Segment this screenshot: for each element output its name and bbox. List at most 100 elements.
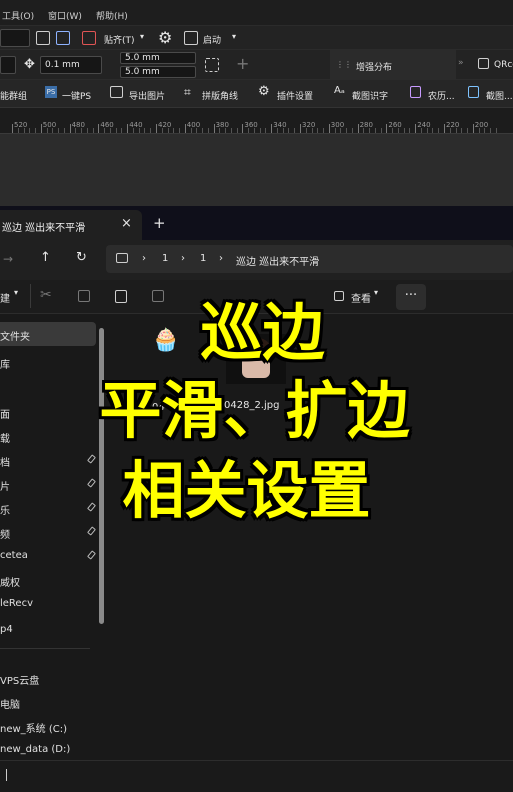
ruler-label: 500 <box>42 121 57 129</box>
sidebar-item[interactable]: cetea <box>0 544 96 568</box>
plugin-export-image[interactable]: 导出图片 <box>129 89 165 102</box>
ruler-minor-tick <box>121 128 123 133</box>
drawing-canvas[interactable] <box>0 134 513 206</box>
ruler-minor-tick <box>230 128 232 133</box>
ruler-minor-tick <box>150 128 152 133</box>
address-bar[interactable]: › 1 › 1 › 巡边 巡出来不平滑 <box>106 245 513 273</box>
fit-page-icon[interactable] <box>36 31 50 45</box>
sidebar-item[interactable]: leRecv <box>0 592 96 616</box>
explorer-tabbar: 巡边 巡出来不平滑 × + <box>0 206 513 240</box>
view-button[interactable]: 查看 <box>351 290 371 305</box>
new-tab-icon[interactable]: + <box>153 214 166 232</box>
close-icon[interactable]: × <box>121 216 132 231</box>
sidebar-item[interactable]: p4 <box>0 618 96 642</box>
copy-icon[interactable] <box>78 290 90 302</box>
horizontal-ruler[interactable]: 520 500 480 460 440 420 400 380 360 340 320 300 280 2… <box>0 108 513 134</box>
paste-icon[interactable] <box>115 290 127 303</box>
ruler-tick <box>213 124 215 133</box>
more-options-button[interactable]: ··· <box>396 284 426 310</box>
ruler-tick <box>357 124 359 133</box>
file-name[interactable]: 0428_2.jpg <box>224 400 279 411</box>
sidebar-item[interactable]: VPS云盘 <box>0 666 96 690</box>
zoom-select[interactable] <box>0 29 30 47</box>
sidebar-item[interactable]: 威权 <box>0 568 96 592</box>
ruler-tick <box>12 124 13 133</box>
launch-icon[interactable] <box>184 31 198 45</box>
sidebar-item[interactable]: 文件夹 <box>0 322 96 346</box>
view-dropdown-icon[interactable]: ▾ <box>374 288 378 297</box>
sidebar-item[interactable]: 载 <box>0 424 96 448</box>
dup-x-field[interactable]: 5.0 mm <box>120 52 196 64</box>
snap-icon[interactable] <box>82 31 96 45</box>
new-dropdown-icon[interactable]: ▾ <box>14 288 18 297</box>
plugin-screenshot[interactable]: 截图... <box>486 89 513 102</box>
ruler-label: 300 <box>330 121 345 129</box>
sidebar-item[interactable]: 频 <box>0 520 96 544</box>
explorer-tab[interactable]: 巡边 巡出来不平滑 × <box>0 210 142 240</box>
ruler-minor-tick <box>29 128 31 133</box>
sidebar-scrollbar[interactable] <box>99 328 104 624</box>
sidebar-item-label: new_系统 (C:) <box>0 724 68 735</box>
ruler-minor-tick <box>248 128 250 133</box>
ruler-tick <box>40 124 42 133</box>
pin-icon[interactable] <box>87 454 96 464</box>
ruler-tick <box>472 124 474 133</box>
menu-help[interactable]: 帮助(H) <box>96 9 128 22</box>
add-icon[interactable]: + <box>236 54 249 73</box>
file-thumbnail[interactable] <box>226 334 286 384</box>
gear-icon[interactable]: ⚙ <box>158 28 172 47</box>
enhance-panel-label[interactable]: 增强分布 <box>356 60 392 73</box>
plugin-settings[interactable]: 插件设置 <box>277 89 313 102</box>
launch-dropdown-icon[interactable]: ▾ <box>232 32 236 41</box>
plugin-corner-marks[interactable]: 拼版角线 <box>202 89 238 102</box>
chevron-down-icon[interactable]: ▾ <box>140 32 144 41</box>
unit-select[interactable] <box>0 56 16 74</box>
dup-y-field[interactable]: 5.0 mm <box>120 66 196 78</box>
view-mode-icon[interactable] <box>56 31 70 45</box>
breadcrumb-3[interactable]: 巡边 巡出来不平滑 <box>236 253 319 268</box>
sidebar-item[interactable]: new_系统 (C:) <box>0 714 96 738</box>
plugin-lunar[interactable]: 农历... <box>428 89 455 102</box>
nudge-field[interactable]: 0.1 mm <box>40 56 102 74</box>
file-item-04[interactable]: 🧁 04 <box>148 328 179 413</box>
crop-icon[interactable] <box>205 58 219 72</box>
ruler-tick <box>386 124 388 133</box>
pin-icon[interactable] <box>87 478 96 488</box>
ruler-minor-tick <box>58 128 60 133</box>
refresh-icon[interactable]: ↻ <box>76 250 87 265</box>
launch-label[interactable]: 启动 <box>203 33 221 46</box>
pin-icon[interactable] <box>87 526 96 536</box>
plugin-ocr[interactable]: 截图识字 <box>352 89 388 102</box>
ruler-minor-tick <box>63 128 65 133</box>
ruler-minor-tick <box>490 128 492 133</box>
sidebar-item[interactable]: 档 <box>0 448 96 472</box>
sidebar-item[interactable]: 片 <box>0 472 96 496</box>
rename-icon[interactable] <box>152 290 164 302</box>
more-icon[interactable]: » <box>458 58 464 68</box>
menu-tools[interactable]: 工具(O) <box>2 9 34 22</box>
cut-icon[interactable]: ✂ <box>40 287 52 303</box>
pin-icon[interactable] <box>87 502 96 512</box>
snap-label[interactable]: 贴齐(T) <box>104 33 135 46</box>
screen: 工具(O) 窗口(W) 帮助(H) 贴齐(T) ▾ ⚙ 启动 ▾ ✥ 0.1 m… <box>0 0 513 792</box>
menu-window[interactable]: 窗口(W) <box>48 9 82 22</box>
ruler-minor-tick <box>52 128 54 133</box>
sidebar-item[interactable]: 面 <box>0 400 96 424</box>
forward-icon[interactable]: → <box>3 252 13 266</box>
plugin-oneclick-ps[interactable]: 一键PS <box>62 89 91 102</box>
breadcrumb-2[interactable]: 1 <box>200 253 206 264</box>
up-icon[interactable]: ↑ <box>40 250 51 265</box>
qr-icon[interactable] <box>478 58 489 69</box>
sidebar-item[interactable]: new_data (D:) <box>0 738 96 762</box>
ruler-minor-tick <box>351 128 353 133</box>
breadcrumb-1[interactable]: 1 <box>162 253 168 264</box>
new-button[interactable]: 建 <box>0 290 10 305</box>
qr-label[interactable]: QRco <box>494 60 513 70</box>
plugin-group[interactable]: 能群组 <box>0 89 27 102</box>
sidebar-item[interactable]: 库 <box>0 350 96 374</box>
ruler-minor-tick <box>132 128 134 133</box>
ruler-tick <box>328 124 330 133</box>
sidebar-item[interactable]: 电脑 <box>0 690 96 714</box>
sidebar-item[interactable]: 乐 <box>0 496 96 520</box>
pin-icon[interactable] <box>87 550 96 560</box>
